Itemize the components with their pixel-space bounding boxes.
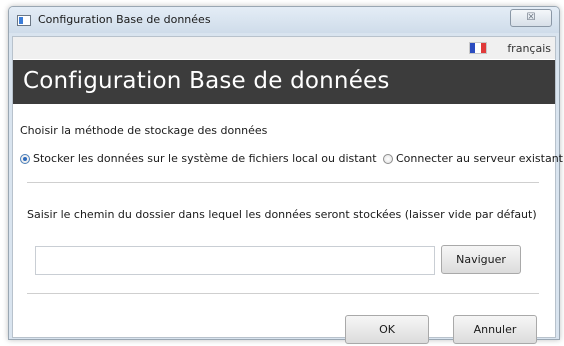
page-title: Configuration Base de données xyxy=(23,68,390,94)
storage-method-label: Choisir la méthode de stockage des donné… xyxy=(20,124,268,137)
cancel-button[interactable]: Annuler xyxy=(453,315,537,344)
window-title: Configuration Base de données xyxy=(38,13,211,26)
radio-local-filesystem-label[interactable]: Stocker les données sur le système de fi… xyxy=(33,152,377,165)
radio-existing-server[interactable] xyxy=(383,154,393,164)
french-flag-icon[interactable] xyxy=(469,42,487,54)
config-dialog-window: Configuration Base de données ☒ français… xyxy=(8,6,563,344)
radio-existing-server-label[interactable]: Connecter au serveur existant xyxy=(396,152,563,165)
dialog-content: français Configuration Base de données C… xyxy=(12,36,563,344)
divider xyxy=(27,182,539,183)
radio-local-filesystem[interactable] xyxy=(20,154,30,164)
app-window-icon xyxy=(17,15,31,26)
close-button[interactable]: ☒ xyxy=(510,9,552,27)
title-bar[interactable]: Configuration Base de données ☒ xyxy=(9,7,559,33)
folder-path-label: Saisir le chemin du dossier dans lequel … xyxy=(27,208,537,221)
folder-path-input[interactable] xyxy=(35,246,435,275)
language-bar: français xyxy=(13,37,555,59)
header-band: Configuration Base de données xyxy=(13,60,555,104)
close-icon: ☒ xyxy=(526,12,536,23)
divider xyxy=(27,293,539,294)
ok-button[interactable]: OK xyxy=(345,315,429,344)
language-selector[interactable]: français xyxy=(507,42,551,55)
browse-button[interactable]: Naviguer xyxy=(441,245,521,274)
